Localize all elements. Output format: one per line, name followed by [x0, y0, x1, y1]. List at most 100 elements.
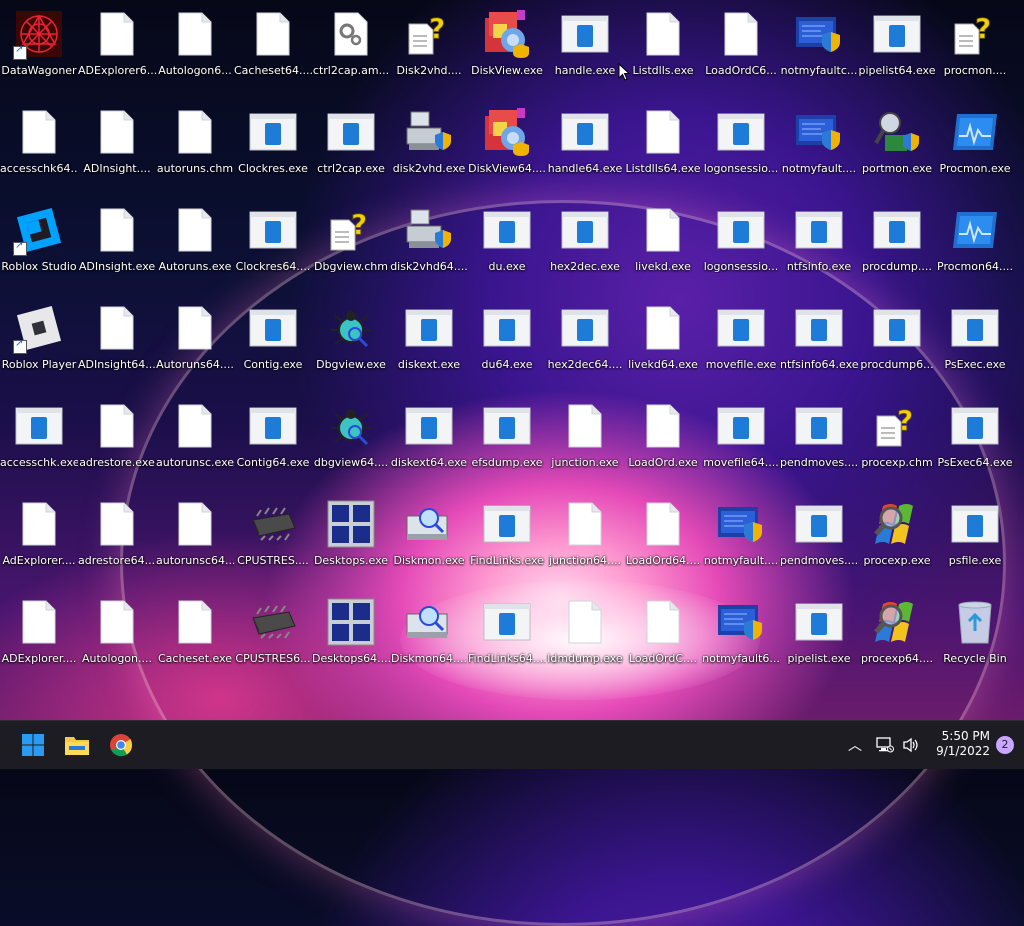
desktop-icon-pipelist64-exe[interactable]: pipelist64.exe [858, 4, 936, 100]
desktop-icon-ctrl2cap-am[interactable]: ctrl2cap.am... [312, 4, 390, 100]
desktop-icon-autoruns-exe[interactable]: Autoruns.exe [156, 200, 234, 296]
start-button[interactable] [17, 729, 49, 761]
notification-badge[interactable]: 2 [996, 736, 1014, 754]
desktop-icon-junction64[interactable]: junction64.... [546, 494, 624, 590]
desktop-icon-procmon-exe[interactable]: Procmon.exe [936, 102, 1014, 198]
desktop-icon-clockres64[interactable]: Clockres64.... [234, 200, 312, 296]
desktop-icon-livekd-exe[interactable]: livekd.exe [624, 200, 702, 296]
desktop-icon-dbgview64[interactable]: dbgview64.... [312, 396, 390, 492]
desktop-icon-pendmoves[interactable]: pendmoves.... [780, 396, 858, 492]
desktop-icon-dbgview-exe[interactable]: Dbgview.exe [312, 298, 390, 394]
desktop-icon-cacheset-exe[interactable]: Cacheset.exe [156, 592, 234, 688]
desktop-icon-autorunsc-exe[interactable]: autorunsc.exe [156, 396, 234, 492]
desktop-icon-desktops64[interactable]: Desktops64.... [312, 592, 390, 688]
desktop-icon-ntfsinfo-exe[interactable]: ntfsinfo.exe [780, 200, 858, 296]
desktop-icon-procmon64[interactable]: Procmon64.... [936, 200, 1014, 296]
desktop-icon-psfile-exe[interactable]: psfile.exe [936, 494, 1014, 590]
desktop-icon-portmon-exe[interactable]: portmon.exe [858, 102, 936, 198]
desktop-icon-procmon[interactable]: ? procmon.... [936, 4, 1014, 100]
volume-icon[interactable] [902, 737, 920, 753]
desktop-icon-contig64-exe[interactable]: Contig64.exe [234, 396, 312, 492]
desktop-icon-adrestore-exe[interactable]: adrestore.exe [78, 396, 156, 492]
desktop-icon-accesschk-exe[interactable]: accesschk.exe [0, 396, 78, 492]
desktop-icon-findlinks64[interactable]: FindLinks64.... [468, 592, 546, 688]
desktop-icon-listdlls64-exe[interactable]: Listdlls64.exe [624, 102, 702, 198]
desktop-icon-findlinks-exe[interactable]: FindLinks.exe [468, 494, 546, 590]
desktop-icon-clockres-exe[interactable]: Clockres.exe [234, 102, 312, 198]
desktop-icon-du-exe[interactable]: du.exe [468, 200, 546, 296]
desktop-icon-movefile64[interactable]: movefile64.... [702, 396, 780, 492]
desktop-icon-procexp-exe[interactable]: procexp.exe [858, 494, 936, 590]
desktop-icon-loadordc6[interactable]: LoadOrdC6... [702, 4, 780, 100]
desktop-icon-ldmdump-exe[interactable]: ldmdump.exe [546, 592, 624, 688]
desktop-icon-roblox-studio[interactable]: Roblox Studio [0, 200, 78, 296]
desktop-icon-autologon[interactable]: Autologon.... [78, 592, 156, 688]
desktop-icon-logonsessio[interactable]: logonsessio... [702, 102, 780, 198]
desktop-icon-du64-exe[interactable]: du64.exe [468, 298, 546, 394]
desktop-icon-procexp-chm[interactable]: ? procexp.chm [858, 396, 936, 492]
desktop-icon-autologon6[interactable]: Autologon6... [156, 4, 234, 100]
desktop-icon-diskview64[interactable]: DiskView64.... [468, 102, 546, 198]
desktop-icon-pipelist-exe[interactable]: pipelist.exe [780, 592, 858, 688]
desktop-icon-accesschk64[interactable]: accesschk64.... [0, 102, 78, 198]
desktop-icon-notmyfault[interactable]: notmyfault.... [702, 494, 780, 590]
desktop-icon-handle-exe[interactable]: handle.exe [546, 4, 624, 100]
desktop-icon-handle64-exe[interactable]: handle64.exe [546, 102, 624, 198]
desktop-icon-loadord64[interactable]: LoadOrd64.... [624, 494, 702, 590]
desktop-icon-diskext64-exe[interactable]: diskext64.exe [390, 396, 468, 492]
desktop-icon-loadord-exe[interactable]: LoadOrd.exe [624, 396, 702, 492]
chevron-up-icon[interactable]: ︿ [848, 735, 862, 755]
desktop-icon-diskview-exe[interactable]: DiskView.exe [468, 4, 546, 100]
desktop-icon-adinsight-exe[interactable]: ADInsight.exe [78, 200, 156, 296]
desktop-icon-movefile-exe[interactable]: movefile.exe [702, 298, 780, 394]
desktop-icon-pendmoves[interactable]: pendmoves.... [780, 494, 858, 590]
desktop-icon-hex2dec64[interactable]: hex2dec64.... [546, 298, 624, 394]
desktop-icon-adinsight[interactable]: ADInsight.... [78, 102, 156, 198]
desktop-icon-disk2vhd[interactable]: ? Disk2vhd.... [390, 4, 468, 100]
desktop-icon-procexp64[interactable]: procexp64.... [858, 592, 936, 688]
desktop-icon-procdump6[interactable]: procdump6... [858, 298, 936, 394]
desktop-icon-ctrl2cap-exe[interactable]: ctrl2cap.exe [312, 102, 390, 198]
desktop-icon-notmyfaultc[interactable]: notmyfaultc... [780, 4, 858, 100]
chrome-button[interactable] [105, 729, 137, 761]
desktop-icon-datawagoner[interactable]: DataWagoner [0, 4, 78, 100]
desktop-icon-adexplorer[interactable]: AdExplorer.... [0, 494, 78, 590]
desktop-icon-notmyfault[interactable]: notmyfault.... [780, 102, 858, 198]
desktop-icon-cpustres6[interactable]: CPUSTRES6... [234, 592, 312, 688]
desktop-icon-diskmon-exe[interactable]: Diskmon.exe [390, 494, 468, 590]
clock[interactable]: 5:50 PM 9/1/2022 [920, 729, 990, 759]
desktop-icon-psexec64-exe[interactable]: PsExec64.exe [936, 396, 1014, 492]
desktop-icon-autoruns64[interactable]: Autoruns64.... [156, 298, 234, 394]
desktop-icon-autoruns-chm[interactable]: autoruns.chm [156, 102, 234, 198]
desktop-icon-contig-exe[interactable]: Contig.exe [234, 298, 312, 394]
desktop-icon-loadordc[interactable]: LoadOrdC.... [624, 592, 702, 688]
desktop-icon-dbgview-chm[interactable]: ? Dbgview.chm [312, 200, 390, 296]
desktop-icon-diskmon64[interactable]: Diskmon64.... [390, 592, 468, 688]
desktop-icon-recycle-bin[interactable]: Recycle Bin [936, 592, 1014, 688]
desktop-icon-diskext-exe[interactable]: diskext.exe [390, 298, 468, 394]
desktop-icon-adexplorer[interactable]: ADExplorer.... [0, 592, 78, 688]
desktop-icon-hex2dec-exe[interactable]: hex2dec.exe [546, 200, 624, 296]
desktop-icon-cpustres[interactable]: CPUSTRES.... [234, 494, 312, 590]
desktop-icon-ntfsinfo64-exe[interactable]: ntfsinfo64.exe [780, 298, 858, 394]
file-explorer-button[interactable] [61, 729, 93, 761]
desktop-icon-cacheset64[interactable]: Cacheset64.... [234, 4, 312, 100]
desktop-icon-notmyfault6[interactable]: notmyfault6... [702, 592, 780, 688]
desktop-icon-disk2vhd64[interactable]: disk2vhd64.... [390, 200, 468, 296]
desktop-icon-desktops-exe[interactable]: Desktops.exe [312, 494, 390, 590]
desktop-icon-autorunsc64[interactable]: autorunsc64.... [156, 494, 234, 590]
desktop-icon-disk2vhd-exe[interactable]: disk2vhd.exe [390, 102, 468, 198]
desktop-icon-adexplorer6[interactable]: ADExplorer6... [78, 4, 156, 100]
network-icon[interactable] [876, 737, 894, 753]
desktop-icon-psexec-exe[interactable]: PsExec.exe [936, 298, 1014, 394]
desktop-icon-adinsight64[interactable]: ADInsight64.... [78, 298, 156, 394]
desktop-icon-junction-exe[interactable]: junction.exe [546, 396, 624, 492]
desktop-icon-roblox-player[interactable]: Roblox Player [0, 298, 78, 394]
desktop-icon-listdlls-exe[interactable]: Listdlls.exe [624, 4, 702, 100]
desktop-icon-logonsessio[interactable]: logonsessio... [702, 200, 780, 296]
desktop-icon-adrestore64[interactable]: adrestore64.... [78, 494, 156, 590]
desktop-icon-livekd64-exe[interactable]: livekd64.exe [624, 298, 702, 394]
desktop-icon-efsdump-exe[interactable]: efsdump.exe [468, 396, 546, 492]
desktop-icon-procdump[interactable]: procdump.... [858, 200, 936, 296]
desktop-icon-label: accesschk.exe [0, 456, 78, 469]
